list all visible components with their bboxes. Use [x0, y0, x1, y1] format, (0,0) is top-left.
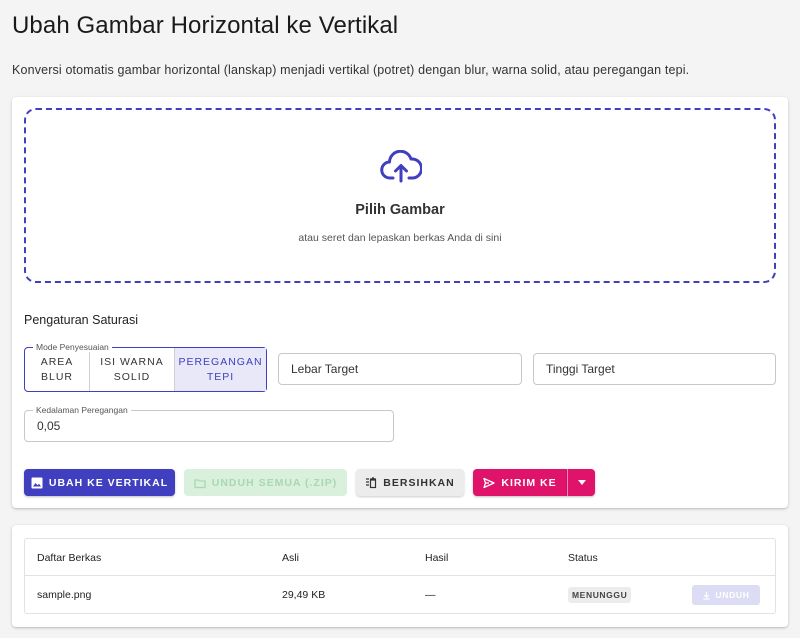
target-height-input[interactable]: Tinggi Target	[533, 353, 776, 385]
caret-down-icon	[577, 480, 586, 485]
download-all-button[interactable]: UNDUH SEMUA (.ZIP)	[184, 469, 347, 496]
row-result: —	[425, 588, 436, 601]
stretch-depth-input[interactable]: Kedalaman Peregangan 0,05	[24, 405, 394, 442]
row-file-name: sample.png	[37, 588, 92, 601]
dropzone[interactable]: Pilih Gambar atau seret dan lepaskan ber…	[24, 108, 776, 283]
status-badge: MENUNGGU	[568, 586, 632, 603]
mode-blur-button[interactable]: AREA BLUR	[25, 348, 90, 391]
row-download-label: UNDUH	[715, 590, 750, 600]
settings-section-label: Pengaturan Saturasi	[24, 313, 138, 327]
file-list-card: Daftar Berkas Asli Hasil Status sample.p…	[12, 525, 788, 627]
dropzone-title[interactable]: Pilih Gambar	[26, 202, 774, 218]
header-result: Hasil	[425, 551, 449, 564]
mode-solid-button[interactable]: ISI WARNA SOLID	[90, 348, 175, 391]
cloud-upload-icon	[380, 150, 422, 183]
dropzone-hint: atau seret dan lepaskan berkas Anda di s…	[298, 232, 502, 244]
mode-toggle-group: Mode Penyesuaian AREA BLUR ISI WARNA SOLID…	[24, 342, 267, 392]
download-icon	[703, 591, 711, 600]
download-all-button-label: UNDUH SEMUA (.ZIP)	[211, 476, 338, 489]
convert-button[interactable]: UBAH KE VERTIKAL	[24, 469, 175, 496]
convert-button-label: UBAH KE VERTIKAL	[48, 476, 169, 489]
clear-button[interactable]: BERSIHKAN	[356, 469, 464, 496]
converter-card: Pilih Gambar atau seret dan lepaskan ber…	[12, 97, 788, 508]
header-status: Status	[568, 551, 598, 564]
stretch-depth-value: 0,05	[37, 419, 61, 433]
target-width-placeholder: Lebar Target	[291, 362, 359, 376]
header-original: Asli	[282, 551, 299, 564]
table-header: Daftar Berkas Asli Hasil Status	[25, 539, 775, 576]
row-status: MENUNGGU	[568, 576, 632, 613]
mode-blur-line2: BLUR	[40, 370, 73, 383]
clear-button-label: BERSIHKAN	[383, 476, 455, 489]
row-original-size: 29,49 KB	[282, 588, 326, 601]
mode-stretch-line1: PEREGANGAN	[178, 355, 263, 368]
row-download-button[interactable]: UNDUH	[692, 585, 760, 605]
table-row: sample.png 29,49 KB — MENUNGGU UNDUH	[25, 576, 775, 613]
mode-blur-line1: AREA	[40, 355, 74, 368]
header-file-name: Daftar Berkas	[37, 551, 102, 564]
mode-legend: Mode Penyesuaian	[33, 342, 112, 352]
send-to-button-label: KIRIM KE	[501, 476, 557, 489]
clear-all-icon	[366, 476, 377, 488]
image-icon	[31, 477, 43, 488]
target-height-placeholder: Tinggi Target	[546, 362, 615, 376]
folder-icon	[194, 478, 206, 488]
page-title: Ubah Gambar Horizontal ke Vertikal	[12, 12, 399, 39]
mode-stretch-line2: TEPI	[206, 370, 235, 383]
page-description: Konversi otomatis gambar horizontal (lan…	[12, 63, 690, 77]
mode-solid-line1: ISI WARNA	[100, 355, 164, 368]
stretch-depth-legend: Kedalaman Peregangan	[33, 405, 131, 415]
file-table: Daftar Berkas Asli Hasil Status sample.p…	[24, 538, 776, 614]
target-width-input[interactable]: Lebar Target	[278, 353, 522, 385]
send-icon	[483, 477, 496, 488]
send-to-dropdown-button[interactable]	[567, 469, 595, 496]
send-to-button[interactable]: KIRIM KE	[473, 469, 567, 496]
mode-stretch-button[interactable]: PEREGANGAN TEPI	[175, 348, 266, 391]
mode-solid-line2: SOLID	[113, 370, 151, 383]
